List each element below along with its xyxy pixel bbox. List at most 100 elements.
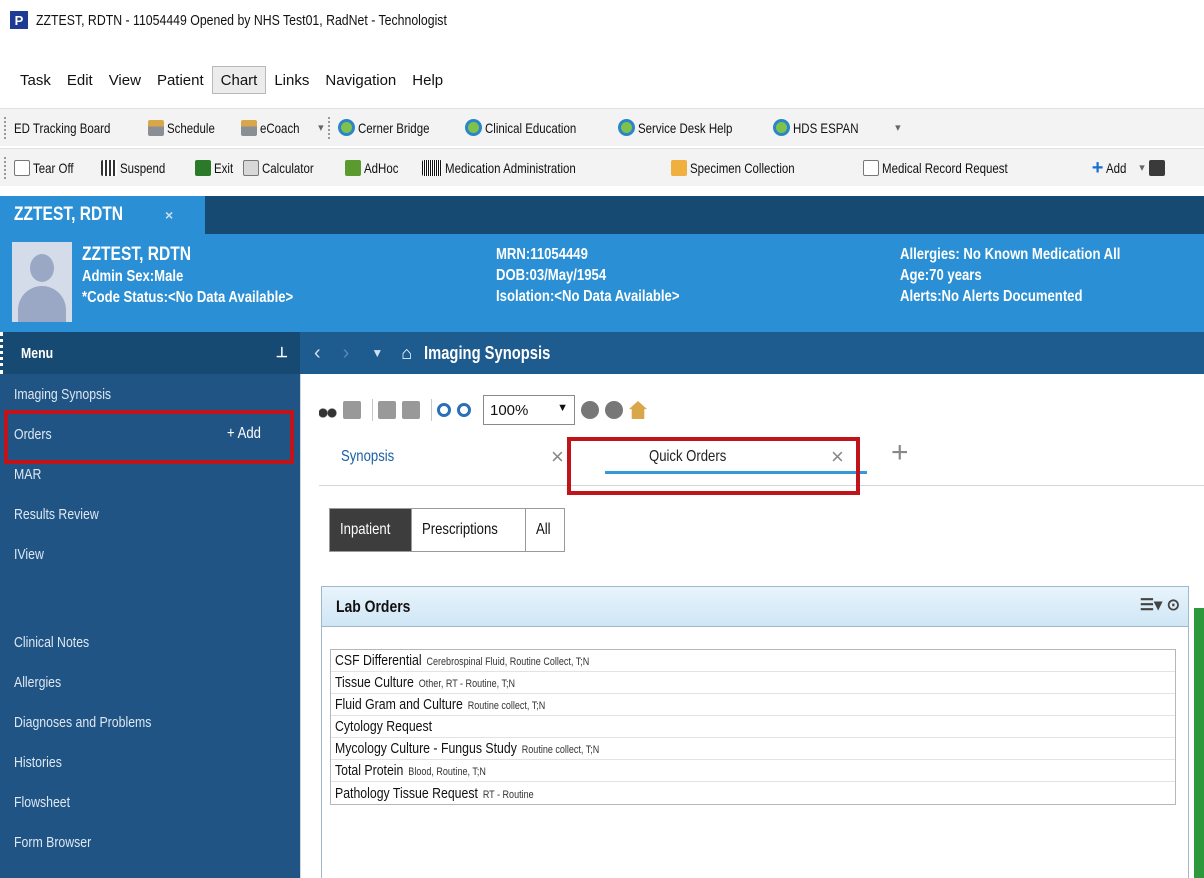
close-icon[interactable]: × xyxy=(165,207,173,223)
menu-help[interactable]: Help xyxy=(404,66,451,94)
menu-chart[interactable]: Chart xyxy=(211,66,267,94)
adhoc-button[interactable]: AdHoc xyxy=(345,159,406,176)
ecoach-icon xyxy=(240,119,257,136)
exit-button[interactable]: Exit xyxy=(194,159,237,176)
sidebar-item-form-browser[interactable]: Form Browser xyxy=(0,822,300,862)
save-icon[interactable] xyxy=(1148,159,1165,176)
segment-inpatient[interactable]: Inpatient xyxy=(330,509,413,551)
patient-tab[interactable]: ZZTEST, RDTN × xyxy=(0,196,205,234)
list-item[interactable]: CSF Differential Cerebrospinal Fluid, Rou… xyxy=(331,650,1175,672)
cerner-bridge-button[interactable]: Cerner Bridge xyxy=(337,119,445,136)
isolation: Isolation:<No Data Available> xyxy=(496,288,680,305)
print-icon[interactable] xyxy=(581,401,599,419)
add-dropdown-icon[interactable]: ▾ xyxy=(1139,161,1145,174)
calculator-button[interactable]: Calculator xyxy=(243,159,325,176)
document-icon xyxy=(863,159,880,176)
list-item[interactable]: Tissue Culture Other, RT - Routine, T;N xyxy=(331,672,1175,694)
hds-espan-button[interactable]: HDS ESPAN xyxy=(773,119,873,136)
sidebar-item-diagnoses-and-problems[interactable]: Diagnoses and Problems xyxy=(0,702,300,742)
sidebar-item-flowsheet[interactable]: Flowsheet xyxy=(0,782,300,822)
zoom-out-icon[interactable] xyxy=(437,403,451,417)
menu-patient[interactable]: Patient xyxy=(149,66,212,94)
home-icon[interactable]: ⌂ xyxy=(401,343,412,364)
lab-orders-panel: Lab Orders ☰▾ ⊙ CSF Differential Cerebros… xyxy=(321,586,1189,878)
plus-icon: + xyxy=(1091,156,1104,179)
add-button[interactable]: + Add xyxy=(1091,156,1132,179)
menu-edit[interactable]: Edit xyxy=(59,66,101,94)
clinical-education-button[interactable]: Clinical Education xyxy=(464,119,596,136)
segment-prescriptions[interactable]: Prescriptions xyxy=(412,509,526,551)
sidebar-item-allergies[interactable]: Allergies xyxy=(0,662,300,702)
forward-arrow-icon[interactable]: › xyxy=(343,342,350,365)
quick-orders-highlight-box xyxy=(567,437,860,495)
menu-links[interactable]: Links xyxy=(266,66,317,94)
ed-tracking-board-button[interactable]: ED Tracking Board xyxy=(14,120,132,136)
toolbar-links: ED Tracking Board Schedule eCoach ▾ Cern… xyxy=(0,108,1204,146)
allergies-banner[interactable]: Allergies: No Known Medication All xyxy=(900,244,1120,265)
menu-navigation[interactable]: Navigation xyxy=(317,66,404,94)
menu-bar: Task Edit View Patient Chart Links Navig… xyxy=(0,64,1204,96)
list-item[interactable]: Total Protein Blood, Routine, T;N xyxy=(331,760,1175,782)
adhoc-icon xyxy=(345,159,362,176)
refresh-icon[interactable] xyxy=(605,401,623,419)
service-desk-help-button[interactable]: Service Desk Help xyxy=(618,119,753,136)
title-bar: P ZZTEST, RDTN - 11054449 Opened by NHS … xyxy=(0,0,1204,40)
sidebar-item-iview[interactable]: IView xyxy=(0,534,300,574)
sidebar-item-imaging-synopsis[interactable]: Imaging Synopsis xyxy=(0,374,300,414)
orders-highlight-box xyxy=(4,410,294,464)
toolbar-grip[interactable] xyxy=(4,156,10,179)
list-item[interactable]: Mycology Culture - Fungus Study Routine c… xyxy=(331,738,1175,760)
sidebar-item-clinical-notes[interactable]: Clinical Notes xyxy=(0,622,300,662)
tear-off-icon xyxy=(14,159,30,176)
tab-synopsis[interactable]: Synopsis xyxy=(341,448,394,466)
menu-task[interactable]: Task xyxy=(12,66,59,94)
menu-title: Menu xyxy=(21,344,54,362)
toolbar-overflow-icon[interactable]: ▾ xyxy=(318,121,324,134)
previous-page-icon[interactable] xyxy=(378,401,396,419)
add-tab-icon[interactable]: + xyxy=(891,436,909,470)
toolbar-grip[interactable] xyxy=(327,116,334,139)
specimen-collection-button[interactable]: Specimen Collection xyxy=(670,159,818,176)
search-icon xyxy=(464,119,482,136)
admin-sex: Admin Sex:Male xyxy=(82,268,184,285)
panel-menu-icon[interactable]: ☰▾ ⊙ xyxy=(1140,595,1180,615)
patient-banner: ZZTEST, RDTN Admin Sex:Male *Code Status… xyxy=(0,234,1204,332)
sidebar-item-blank[interactable] xyxy=(0,574,300,622)
tear-off-button[interactable]: Tear Off xyxy=(14,159,83,176)
next-page-icon[interactable] xyxy=(402,401,420,419)
alerts[interactable]: Alerts:No Alerts Documented xyxy=(900,286,1083,307)
back-arrow-icon[interactable]: ‹ xyxy=(314,342,321,365)
sidebar-item-histories[interactable]: Histories xyxy=(0,742,300,782)
list-item[interactable]: Fluid Gram and Culture Routine collect, T… xyxy=(331,694,1175,716)
toolbar-actions: Tear Off Suspend Exit Calculator AdHoc M… xyxy=(0,148,1204,186)
patient-tab-bar: ZZTEST, RDTN × xyxy=(0,196,1204,234)
dob: DOB:03/May/1954 xyxy=(496,267,607,284)
toolbar-overflow-icon[interactable]: ▾ xyxy=(895,121,901,134)
toolbar-grip[interactable] xyxy=(4,116,10,139)
history-dropdown-icon[interactable]: ▼ xyxy=(371,346,383,360)
home-page-icon[interactable] xyxy=(629,401,647,419)
search-icon xyxy=(618,119,636,136)
suspend-button[interactable]: Suspend xyxy=(100,159,175,176)
segment-all[interactable]: All xyxy=(525,509,564,551)
patient-name[interactable]: ZZTEST, RDTN xyxy=(82,244,191,265)
barcode-icon xyxy=(422,159,443,176)
close-icon[interactable]: × xyxy=(551,444,564,470)
schedule-button[interactable]: Schedule xyxy=(147,119,225,136)
sidebar-item-results-review[interactable]: Results Review xyxy=(0,494,300,534)
page-icon[interactable] xyxy=(343,401,361,419)
list-item[interactable]: Cytology Request xyxy=(331,716,1175,738)
exit-icon xyxy=(194,159,211,176)
medical-record-request-button[interactable]: Medical Record Request xyxy=(863,159,1035,176)
medication-administration-button[interactable]: Medication Administration xyxy=(422,159,605,176)
lab-orders-header: Lab Orders ☰▾ ⊙ xyxy=(322,587,1188,627)
search-icon xyxy=(773,119,791,136)
mrn: MRN:11054449 xyxy=(496,246,588,263)
zoom-in-icon[interactable] xyxy=(457,403,471,417)
menu-view[interactable]: View xyxy=(101,66,149,94)
ecoach-button[interactable]: eCoach xyxy=(240,119,308,136)
pin-icon[interactable]: ⊥ xyxy=(276,344,288,361)
find-icon[interactable] xyxy=(319,401,337,419)
list-item[interactable]: Pathology Tissue Request RT - Routine xyxy=(331,782,1175,804)
zoom-select[interactable]: 100% ▼ xyxy=(483,395,575,425)
